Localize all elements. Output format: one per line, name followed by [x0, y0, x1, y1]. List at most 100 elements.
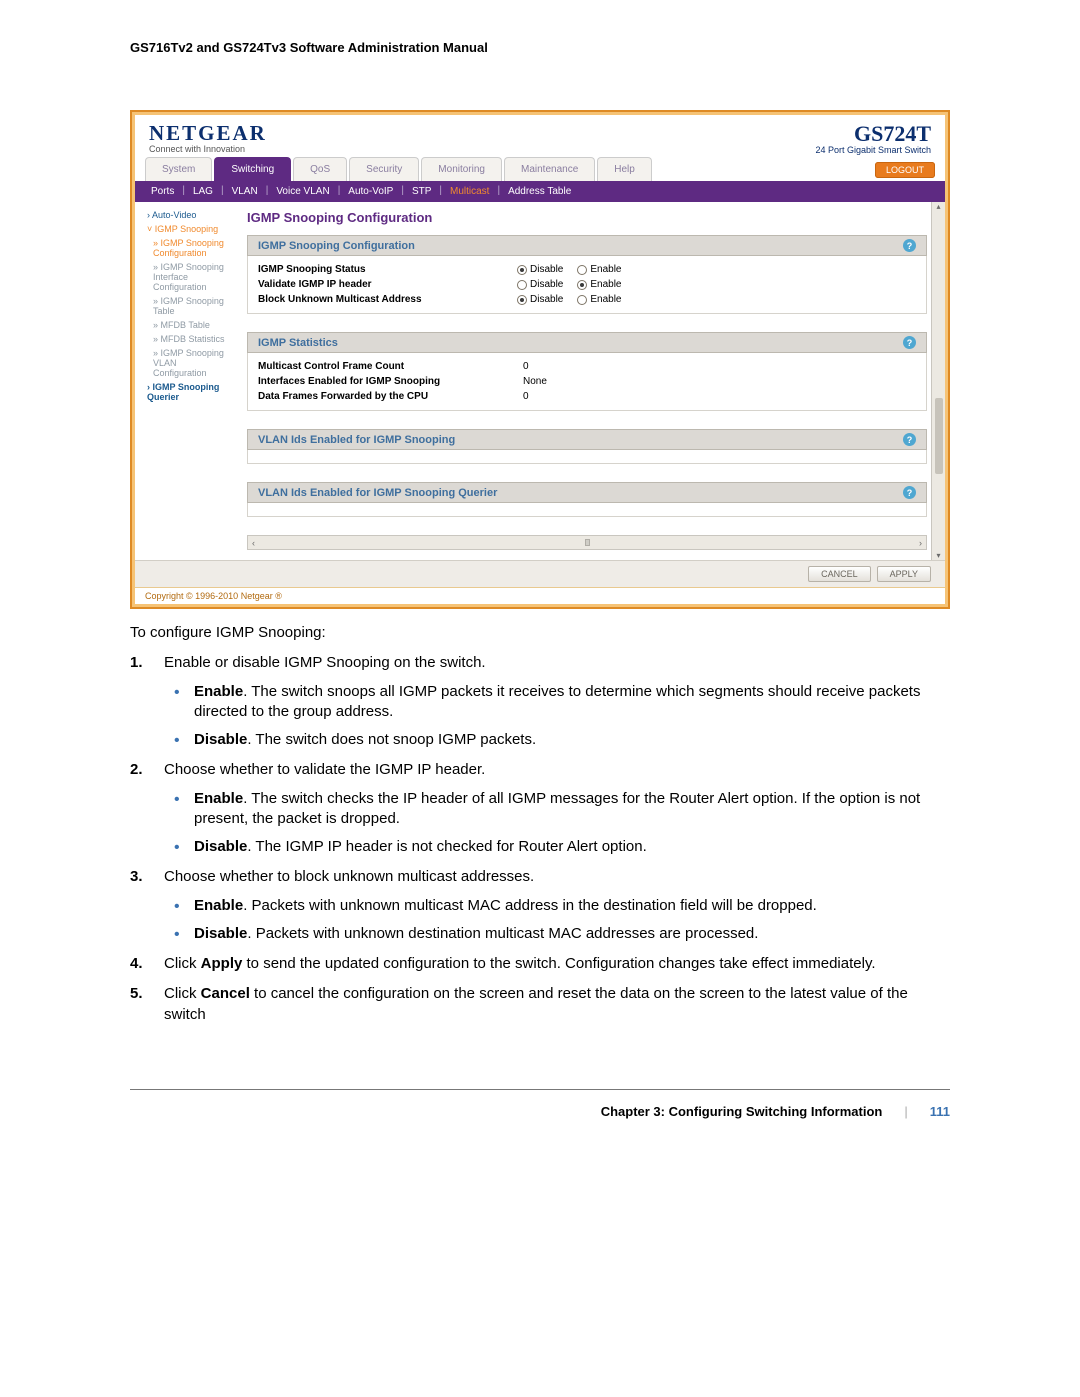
subtab-autovoip[interactable]: Auto-VoIP [346, 185, 395, 198]
top-banner: NETGEAR Connect with Innovation GS724T 2… [135, 115, 945, 157]
step-3-bullet-1: Enable. Packets with unknown multicast M… [164, 896, 950, 916]
sidebar-item-igmp-conf[interactable]: » IGMP Snooping Configuration [141, 236, 227, 260]
subtab-multicast[interactable]: Multicast [448, 185, 491, 198]
status-enable-radio[interactable]: Enable [577, 264, 621, 275]
tab-system[interactable]: System [145, 157, 212, 181]
brand-logo: NETGEAR [149, 121, 267, 146]
tab-maintenance[interactable]: Maintenance [504, 157, 595, 181]
cancel-button[interactable]: CANCEL [808, 566, 871, 582]
vertical-scrollbar[interactable]: ▴ ▾ [931, 202, 945, 560]
footer-page-number: 111 [930, 1104, 950, 1119]
doc-header-title: GS716Tv2 and GS724Tv3 Software Administr… [130, 40, 950, 55]
logout-button[interactable]: LOGOUT [875, 162, 935, 178]
footer-sep: | [904, 1104, 907, 1119]
validate-disable-radio[interactable]: Disable [517, 279, 563, 290]
horizontal-scrollbar[interactable]: ‹ › [247, 535, 927, 550]
stat-cpu-value: 0 [523, 391, 529, 402]
stat-ifc-label: Interfaces Enabled for IGMP Snooping [258, 376, 513, 387]
subtab-voicevlan[interactable]: Voice VLAN [274, 185, 331, 198]
stat-frame-value: 0 [523, 361, 529, 372]
step-3-bullet-2: Disable. Packets with unknown destinatio… [164, 924, 950, 944]
sidebar-item-igmp-snooping[interactable]: ˅ IGMP Snooping [141, 222, 227, 236]
copyright-text: Copyright © 1996-2010 Netgear ® [135, 587, 945, 604]
page-title: IGMP Snooping Configuration [247, 210, 927, 225]
sidebar: › Auto-Video ˅ IGMP Snooping » IGMP Snoo… [135, 202, 235, 560]
step-2-bullet-1: Enable. The switch checks the IP header … [164, 789, 950, 830]
page-footer: Chapter 3: Configuring Switching Informa… [130, 1104, 950, 1119]
validate-label: Validate IGMP IP header [258, 279, 513, 290]
body-text: To configure IGMP Snooping: Enable or di… [130, 623, 950, 1025]
model-sub: 24 Port Gigabit Smart Switch [815, 145, 931, 155]
step-3: Choose whether to block unknown multicas… [130, 867, 950, 944]
block-enable-radio[interactable]: Enable [577, 294, 621, 305]
subtab-vlan[interactable]: VLAN [230, 185, 260, 198]
subtab-lag[interactable]: LAG [191, 185, 215, 198]
tab-security[interactable]: Security [349, 157, 419, 181]
block-label: Block Unknown Multicast Address [258, 294, 513, 305]
step-1-bullet-1: Enable. The switch snoops all IGMP packe… [164, 682, 950, 723]
help-icon[interactable]: ? [903, 239, 916, 252]
sidebar-item-igmp-vlan[interactable]: » IGMP Snooping VLAN Configuration [141, 346, 227, 380]
sidebar-item-igmp-table[interactable]: » IGMP Snooping Table [141, 294, 227, 318]
radio-icon [517, 265, 527, 275]
validate-enable-radio[interactable]: Enable [577, 279, 621, 290]
page: GS716Tv2 and GS724Tv3 Software Administr… [0, 0, 1080, 1397]
scroll-thumb[interactable] [935, 398, 943, 474]
step-1-bullet-2: Disable. The switch does not snoop IGMP … [164, 730, 950, 750]
subtab-ports[interactable]: Ports [149, 185, 176, 198]
footer-button-bar: CANCEL APPLY [135, 560, 945, 587]
section-stats-header: IGMP Statistics ? [247, 332, 927, 353]
scroll-left-icon[interactable]: ‹ [252, 538, 255, 548]
status-disable-radio[interactable]: Disable [517, 264, 563, 275]
sidebar-item-mfdb-table[interactable]: » MFDB Table [141, 318, 227, 332]
scroll-up-icon[interactable]: ▴ [936, 202, 940, 211]
section-config: IGMP Snooping Configuration ? IGMP Snoop… [247, 235, 927, 314]
block-disable-radio[interactable]: Disable [517, 294, 563, 305]
radio-icon [517, 295, 527, 305]
help-icon[interactable]: ? [903, 486, 916, 499]
stat-frame-label: Multicast Control Frame Count [258, 361, 513, 372]
tab-help[interactable]: Help [597, 157, 652, 181]
scroll-right-icon[interactable]: › [919, 538, 922, 548]
screenshot-frame: NETGEAR Connect with Innovation GS724T 2… [130, 110, 950, 609]
stat-ifc-value: None [523, 376, 547, 387]
step-2: Choose whether to validate the IGMP IP h… [130, 760, 950, 857]
step-2-bullet-2: Disable. The IGMP IP header is not check… [164, 837, 950, 857]
radio-icon [577, 280, 587, 290]
section-vlan-ids-querier-header: VLAN Ids Enabled for IGMP Snooping Queri… [247, 482, 927, 503]
scroll-down-icon[interactable]: ▾ [936, 551, 940, 560]
tab-monitoring[interactable]: Monitoring [421, 157, 502, 181]
section-config-header: IGMP Snooping Configuration ? [247, 235, 927, 256]
sidebar-item-auto-video[interactable]: › Auto-Video [141, 208, 227, 222]
main-tab-bar: System Switching QoS Security Monitoring… [135, 157, 945, 181]
radio-icon [577, 265, 587, 275]
intro-line: To configure IGMP Snooping: [130, 623, 950, 643]
tab-qos[interactable]: QoS [293, 157, 347, 181]
help-icon[interactable]: ? [903, 433, 916, 446]
section-stats: IGMP Statistics ? Multicast Control Fram… [247, 332, 927, 411]
subtab-stp[interactable]: STP [410, 185, 433, 198]
stat-cpu-label: Data Frames Forwarded by the CPU [258, 391, 513, 402]
section-vlan-ids-header: VLAN Ids Enabled for IGMP Snooping ? [247, 429, 927, 450]
step-4: Click Apply to send the updated configur… [130, 954, 950, 974]
model-block: GS724T 24 Port Gigabit Smart Switch [815, 121, 931, 155]
app-body: › Auto-Video ˅ IGMP Snooping » IGMP Snoo… [135, 202, 945, 560]
frame-inner: NETGEAR Connect with Innovation GS724T 2… [135, 115, 945, 604]
steps-list: Enable or disable IGMP Snooping on the s… [130, 653, 950, 1025]
sidebar-item-igmp-iface[interactable]: » IGMP Snooping Interface Configuration [141, 260, 227, 294]
radio-icon [517, 280, 527, 290]
subtab-addresstable[interactable]: Address Table [506, 185, 573, 198]
sidebar-item-igmp-querier[interactable]: › IGMP Snooping Querier [141, 380, 227, 404]
help-icon[interactable]: ? [903, 336, 916, 349]
model-name: GS724T [815, 121, 931, 147]
sidebar-item-mfdb-stats[interactable]: » MFDB Statistics [141, 332, 227, 346]
tab-switching[interactable]: Switching [214, 157, 291, 181]
scroll-thumb[interactable] [585, 539, 590, 546]
status-label: IGMP Snooping Status [258, 264, 513, 275]
radio-icon [577, 295, 587, 305]
logout-wrap: LOGOUT [875, 160, 935, 178]
apply-button[interactable]: APPLY [877, 566, 931, 582]
section-vlan-ids-querier: VLAN Ids Enabled for IGMP Snooping Queri… [247, 482, 927, 517]
step-5: Click Cancel to cancel the configuration… [130, 984, 950, 1025]
content-area: IGMP Snooping Configuration IGMP Snoopin… [235, 202, 945, 560]
